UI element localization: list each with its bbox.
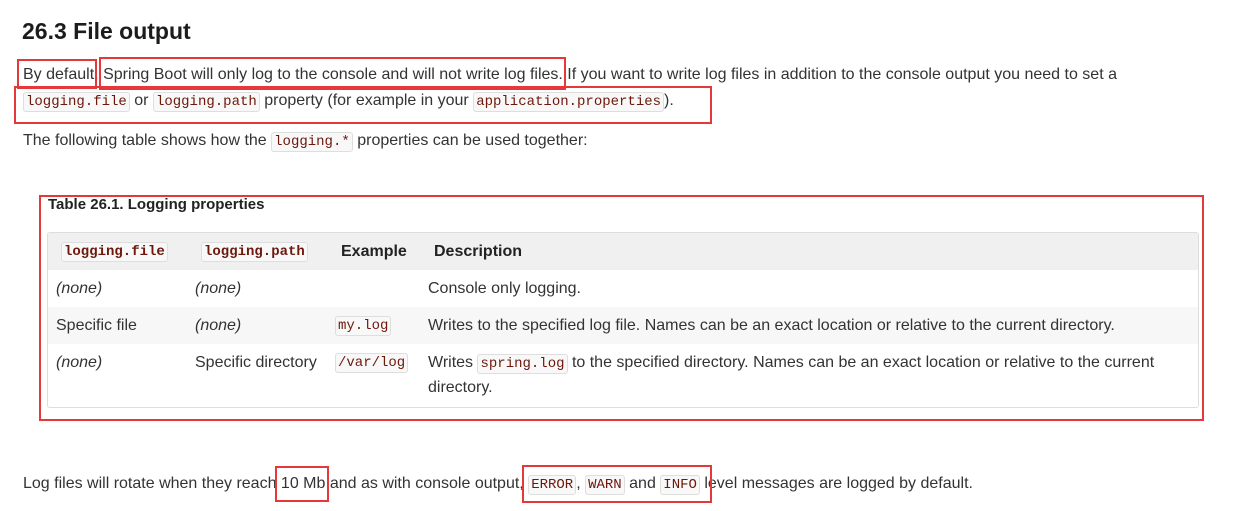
row1-path: (none) bbox=[195, 280, 242, 297]
section-heading: 26.3 File output bbox=[22, 18, 191, 44]
intro-line-1: By default, Spring Boot will only log to… bbox=[23, 65, 1117, 85]
row3-description-line1: Writes spring.log to the specified direc… bbox=[428, 354, 1155, 374]
table-header-row: logging.file logging.path Example Descri… bbox=[48, 233, 1198, 270]
intro-rest-text: If you want to write log files in additi… bbox=[562, 66, 1117, 83]
code-info: INFO bbox=[660, 475, 700, 495]
intro-end-text: ). bbox=[664, 92, 674, 109]
code-warn: WARN bbox=[585, 475, 625, 495]
code-error: ERROR bbox=[528, 475, 577, 495]
code-logging-path: logging.path bbox=[152, 92, 260, 112]
footer-before: Log files will rotate when they reach bbox=[23, 475, 281, 492]
table-caption: Table 26.1. Logging properties bbox=[48, 196, 265, 213]
header-example: Example bbox=[341, 243, 407, 260]
intro-line-2: logging.file or logging.path property (f… bbox=[23, 91, 674, 112]
footer-line: Log files will rotate when they reach 10… bbox=[23, 474, 973, 495]
row1-description: Console only logging. bbox=[428, 280, 581, 297]
row2-example: my.log bbox=[335, 316, 392, 336]
row2-file: Specific file bbox=[56, 317, 137, 334]
header-description: Description bbox=[434, 243, 523, 260]
main-clause-text: Spring Boot will only log to the console… bbox=[103, 66, 563, 83]
header-logging-file: logging.file bbox=[61, 242, 168, 262]
comma: , bbox=[94, 66, 99, 83]
footer-comma: , bbox=[576, 475, 586, 492]
header-logging-file-code: logging.file bbox=[61, 242, 168, 262]
by-default-text: By default bbox=[23, 66, 95, 83]
or-text: or bbox=[129, 92, 153, 109]
table-intro-before: The following table shows how the bbox=[23, 132, 272, 149]
row2-example-code: my.log bbox=[335, 316, 392, 336]
property-text: property (for example in your bbox=[259, 92, 474, 109]
row2-description: Writes to the specified log file. Names … bbox=[428, 317, 1115, 334]
rotation-size: 10 Mb bbox=[280, 475, 326, 492]
row3-desc-before: Writes bbox=[428, 354, 478, 371]
code-application-properties: application.properties bbox=[473, 92, 665, 112]
table-row: (none) (none) Console only logging. bbox=[48, 270, 1198, 307]
row3-example-code: /var/log bbox=[335, 353, 409, 373]
row3-example: /var/log bbox=[335, 353, 409, 373]
table-row: Specific file (none) my.log Writes to th… bbox=[48, 307, 1198, 344]
table-intro-line: The following table shows how the loggin… bbox=[23, 131, 588, 152]
code-logging-star: logging.* bbox=[271, 132, 353, 152]
header-logging-path-code: logging.path bbox=[201, 242, 308, 262]
logging-properties-table: logging.file logging.path Example Descri… bbox=[47, 232, 1199, 408]
table-intro-after: properties can be used together: bbox=[352, 132, 588, 149]
header-logging-path: logging.path bbox=[201, 242, 308, 262]
code-logging-file: logging.file bbox=[23, 92, 130, 112]
row3-description-line2: directory. bbox=[428, 379, 493, 396]
row2-path: (none) bbox=[195, 317, 242, 334]
row3-file: (none) bbox=[56, 354, 103, 371]
row3-desc-after: to the specified directory. Names can be… bbox=[567, 354, 1155, 371]
footer-and: and bbox=[624, 475, 661, 492]
row1-file: (none) bbox=[56, 280, 103, 297]
footer-after: level messages are logged by default. bbox=[699, 475, 973, 492]
footer-middle: and as with console output, bbox=[325, 475, 529, 492]
row3-desc-code: spring.log bbox=[477, 354, 568, 374]
row3-path: Specific directory bbox=[195, 354, 317, 371]
table-row: (none) Specific directory /var/log Write… bbox=[48, 344, 1198, 406]
